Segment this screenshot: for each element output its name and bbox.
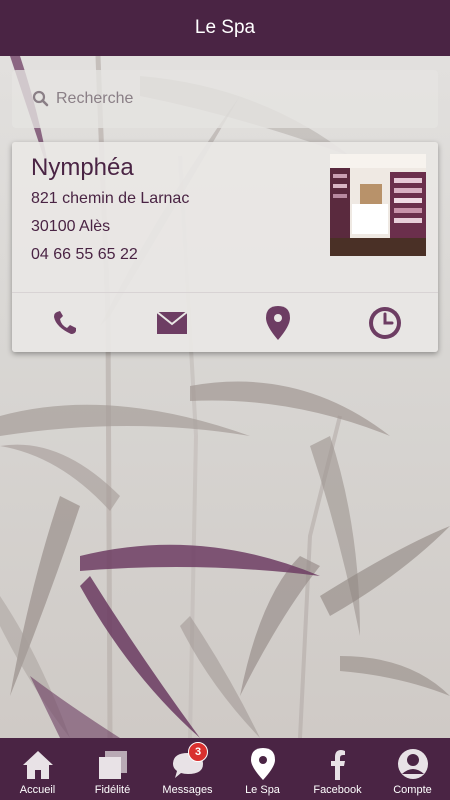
tab-label: Le Spa: [245, 784, 280, 796]
user-icon: [397, 749, 428, 779]
hours-button[interactable]: [332, 294, 439, 352]
tab-accueil[interactable]: Accueil: [0, 738, 75, 800]
search-input[interactable]: [56, 90, 396, 108]
email-button[interactable]: [119, 294, 226, 352]
spa-photo: [330, 154, 426, 256]
search-bar[interactable]: [12, 70, 438, 128]
call-button[interactable]: [12, 294, 119, 352]
tab-label: Messages: [162, 784, 213, 796]
map-pin-icon: [266, 306, 291, 340]
envelope-icon: [156, 312, 187, 334]
card-divider: [12, 292, 438, 293]
clock-icon: [368, 307, 401, 339]
tab-fidelite[interactable]: Fidélité: [75, 738, 150, 800]
search-icon: [32, 90, 49, 107]
spa-card[interactable]: Nymphéa 821 chemin de Larnac 30100 Alès …: [12, 142, 438, 352]
tab-label: Compte: [393, 784, 432, 796]
tab-label: Facebook: [313, 784, 362, 796]
facebook-icon: [330, 750, 345, 780]
page-title: Le Spa: [194, 17, 256, 38]
map-button[interactable]: [225, 294, 332, 352]
tab-facebook[interactable]: Facebook: [300, 738, 375, 800]
map-pin-icon: [250, 748, 275, 780]
tab-compte[interactable]: Compte: [375, 738, 450, 800]
address-line-2: 30100 Alès: [31, 218, 111, 235]
tab-bar: Accueil Fidélité 3 Messages Le Spa Faceb…: [0, 738, 450, 800]
spa-name: Nymphéa: [31, 154, 134, 181]
tab-le-spa[interactable]: Le Spa: [225, 738, 300, 800]
phone-icon: [54, 311, 77, 334]
cards-icon: [98, 751, 127, 779]
tab-messages[interactable]: 3 Messages: [150, 738, 225, 800]
home-icon: [22, 751, 53, 779]
address-line-1: 821 chemin de Larnac: [31, 190, 190, 207]
messages-badge: 3: [188, 742, 208, 762]
phone-number[interactable]: 04 66 55 65 22: [31, 246, 138, 264]
tab-label: Fidélité: [94, 784, 131, 796]
card-actions: [12, 294, 438, 352]
app-header: Le Spa: [0, 0, 450, 56]
tab-label: Accueil: [19, 784, 56, 796]
